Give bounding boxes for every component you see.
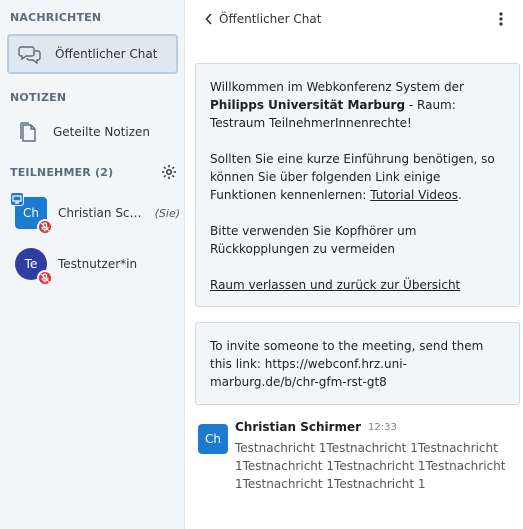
invite-message: To invite someone to the meeting, send t… [195, 322, 520, 405]
shared-notes-label: Geteilte Notizen [53, 125, 150, 139]
presentation-screen-icon [10, 192, 24, 206]
avatar: Ch [198, 424, 228, 454]
shared-notes-item[interactable]: Geteilte Notizen [7, 112, 178, 152]
avatar: Te [15, 248, 53, 286]
participants-section-title: TEILNEHMER (2) [10, 166, 114, 179]
avatar-initials: Ch [205, 432, 221, 446]
document-icon [13, 121, 43, 143]
university-name: Philipps Universität Marburg [210, 98, 406, 112]
messages-section-title: NACHRICHTEN [10, 11, 102, 24]
public-chat-label: Öffentlicher Chat [55, 47, 158, 61]
avatar-initials: Te [24, 257, 38, 271]
muted-mic-icon [37, 270, 53, 286]
headphones-notice: Bitte verwenden Sie Kopfhörer um Rückkop… [210, 224, 417, 256]
public-chat-item[interactable]: Öffentlicher Chat [7, 34, 178, 74]
tutorial-videos-link[interactable]: Tutorial Videos [370, 188, 458, 202]
user-list-item[interactable]: Ch Christian Schirmer (Sie) [10, 192, 180, 235]
avatar-initials: Ch [23, 206, 39, 220]
welcome-message: Willkommen im Webkonferenz System der Ph… [195, 63, 520, 307]
notes-section-title: NOTIZEN [10, 91, 67, 104]
user-name: Christian Schirmer [58, 206, 149, 220]
kebab-menu-icon[interactable] [494, 10, 508, 28]
message-time: 12:33 [368, 422, 397, 433]
leave-room-link[interactable]: Raum verlassen und zurück zur Übersicht [210, 278, 460, 292]
gear-icon[interactable] [160, 163, 178, 181]
chat-header: Öffentlicher Chat [186, 0, 523, 38]
welcome-prefix: Willkommen im Webkonferenz System der [210, 80, 464, 94]
welcome-text: Willkommen im Webkonferenz System der Ph… [210, 78, 505, 132]
avatar: Ch [10, 192, 53, 235]
intro-text: Sollten Sie eine kurze Einführung benöti… [210, 150, 505, 204]
chevron-left-icon[interactable] [202, 12, 216, 26]
user-name: Testnutzer*in [58, 257, 138, 271]
user-list-item[interactable]: Te Testnutzer*in [15, 247, 180, 286]
user-list-sidebar: NACHRICHTEN Öffentlicher Chat NOTIZEN Ge… [0, 0, 185, 529]
intro-suffix: . [458, 188, 462, 202]
public-chat-panel: Öffentlicher Chat Willkommen im Webkonfe… [186, 0, 523, 529]
chat-bubbles-icon [15, 44, 45, 64]
muted-mic-icon [37, 219, 53, 235]
message-text: Testnachricht 1Testnachricht 1Testnachri… [235, 441, 506, 491]
chat-title[interactable]: Öffentlicher Chat [219, 12, 321, 26]
self-indicator: (Sie) [154, 206, 180, 220]
message-author: Christian Schirmer [235, 420, 362, 434]
